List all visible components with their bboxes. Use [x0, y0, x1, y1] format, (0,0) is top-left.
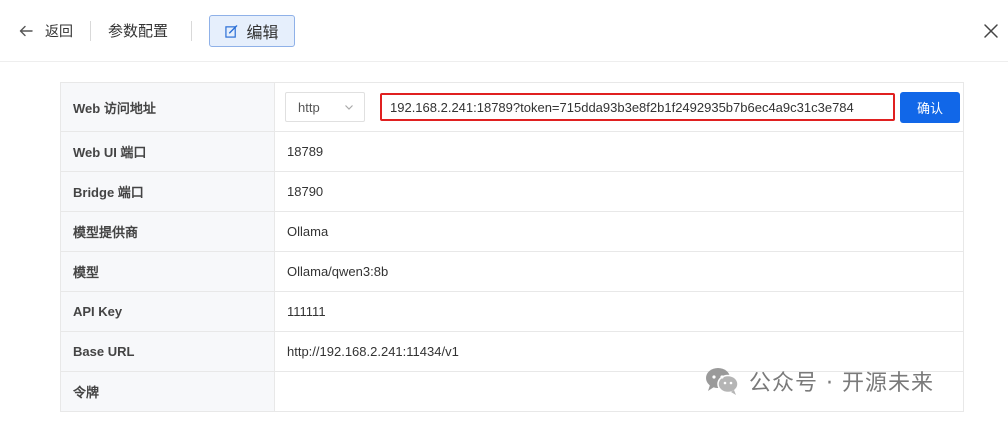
- top-bar: 返回 参数配置 编辑: [0, 0, 1008, 62]
- row-label: 令牌: [61, 372, 275, 411]
- header-divider: [0, 61, 1008, 62]
- config-page: 返回 参数配置 编辑 Web 访问地址 http 192.168.2.241:1…: [0, 0, 1008, 421]
- wechat-icon: [706, 368, 739, 395]
- close-button[interactable]: [982, 22, 1000, 40]
- table-row-bridge-port: Bridge 端口 18790: [61, 172, 963, 212]
- row-value: 18790: [287, 184, 324, 199]
- row-label: Web UI 端口: [61, 132, 275, 171]
- back-button[interactable]: 返回: [18, 18, 73, 44]
- table-row-web-ui-port: Web UI 端口 18789: [61, 132, 963, 172]
- divider: [90, 21, 91, 41]
- row-label: API Key: [61, 292, 275, 331]
- confirm-button[interactable]: 确认: [900, 91, 960, 123]
- protocol-select-value: http: [298, 99, 320, 115]
- row-value: http 确认: [275, 83, 963, 131]
- web-address-input[interactable]: [380, 93, 895, 121]
- row-label: 模型提供商: [61, 212, 275, 251]
- edit-icon: [225, 24, 238, 38]
- row-value: Ollama: [287, 224, 329, 239]
- divider: [191, 21, 192, 41]
- row-label: Base URL: [61, 332, 275, 371]
- table-row-model: 模型 Ollama/qwen3:8b: [61, 252, 963, 292]
- table-row-web-address: Web 访问地址 http 确认: [61, 83, 963, 132]
- row-value: 111111: [287, 304, 326, 319]
- arrow-left-icon: [19, 25, 33, 37]
- row-value: 18789: [287, 144, 324, 159]
- row-label: 模型: [61, 252, 275, 291]
- edit-label: 编辑: [246, 25, 279, 42]
- table-row-api-key: API Key 111111: [61, 292, 963, 332]
- watermark-text: 公众号 · 开源未来: [749, 371, 934, 396]
- table-row-model-provider: 模型提供商 Ollama: [61, 212, 963, 252]
- row-label: Web 访问地址: [61, 83, 275, 131]
- row-label: Bridge 端口: [61, 172, 275, 211]
- back-label: 返回: [45, 23, 73, 39]
- page-title: 参数配置: [108, 23, 169, 40]
- edit-button[interactable]: 编辑: [209, 15, 295, 47]
- close-icon: [984, 24, 998, 38]
- watermark: 公众号 · 开源未来: [703, 363, 934, 399]
- protocol-select[interactable]: http: [285, 92, 365, 122]
- row-value: Ollama/qwen3:8b: [287, 264, 389, 279]
- chevron-down-icon: [345, 105, 353, 110]
